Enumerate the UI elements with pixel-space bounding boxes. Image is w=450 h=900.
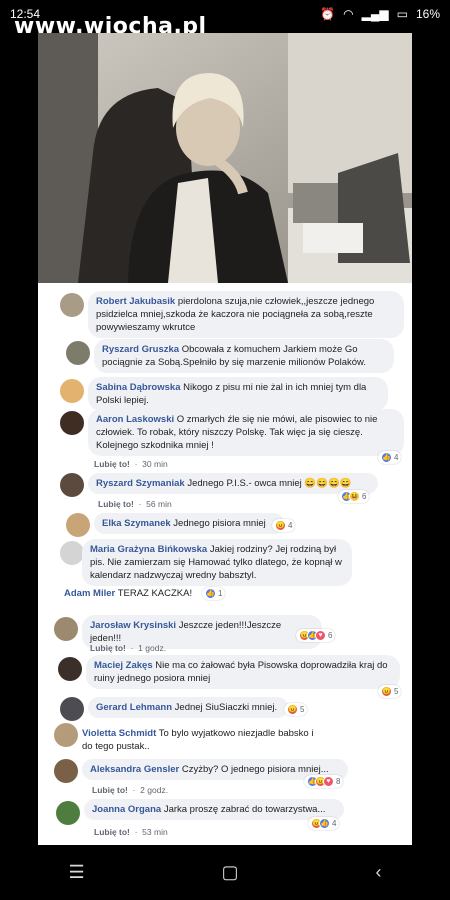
like-link[interactable]: Lubię to! xyxy=(90,643,126,653)
avatar[interactable] xyxy=(60,697,84,721)
avatar[interactable] xyxy=(54,759,78,783)
reaction-count: 6 xyxy=(362,492,367,501)
alarm-icon: ⏰ xyxy=(320,7,336,21)
comment-time: 2 godz. xyxy=(140,785,169,795)
comment-bubble: Robert Jakubasik pierdolona szuja,nie cz… xyxy=(88,291,404,338)
comment-text: Jarka proszę zabrać do towarzystwa... xyxy=(163,804,326,815)
home-icon[interactable]: ▢ xyxy=(222,862,239,883)
comment-meta: Lubię to! · 30 min xyxy=(94,459,168,469)
avatar[interactable] xyxy=(60,379,84,403)
reaction-summary[interactable]: 😠 4 xyxy=(272,519,296,532)
menu-icon[interactable]: ☰ xyxy=(68,862,84,883)
comment-time: 56 min xyxy=(146,499,172,509)
comment-text: Czyżby? O jednego pisiora mniej... xyxy=(181,764,329,775)
wifi-icon: ◠ xyxy=(343,7,354,21)
like-link[interactable]: Lubię to! xyxy=(98,499,134,509)
comment-author[interactable]: Joanna Organa xyxy=(92,804,161,815)
comment-author[interactable]: Maria Grażyna Bińkowska xyxy=(90,544,207,555)
comment-text: Jednej SiuSiaczki mniej. xyxy=(174,702,278,713)
comment-author[interactable]: Maciej Zakęs xyxy=(94,660,153,671)
comment-author[interactable]: Jarosław Krysinski xyxy=(90,620,176,631)
back-icon[interactable]: ‹ xyxy=(376,862,382,883)
comment-bubble: Gerard Lehmann Jednej SiuSiaczki mniej. xyxy=(88,697,288,718)
avatar[interactable] xyxy=(54,617,78,641)
reaction-summary[interactable]: 👍 😆 6 xyxy=(338,490,370,503)
emoji-laugh-icon: 😄😄😄😄 xyxy=(304,478,352,489)
comment-author[interactable]: Elka Szymanek xyxy=(102,518,171,529)
comment-text: Jednego P.I.S.- owca mniej xyxy=(187,478,302,489)
comments-panel: Robert Jakubasik pierdolona szuja,nie cz… xyxy=(38,283,412,845)
battery-icon: ▭ xyxy=(396,7,408,21)
comment-author[interactable]: Aaron Laskowski xyxy=(96,414,174,425)
comment-text: TERAZ KACZKA! xyxy=(117,588,193,599)
comment-bubble: Ryszard Gruszka Obcowała z komuchem Jark… xyxy=(94,339,394,373)
reaction-count: 4 xyxy=(394,453,399,462)
comment-author[interactable]: Gerard Lehmann xyxy=(96,702,172,713)
battery-level: 16% xyxy=(415,7,440,21)
reaction-count: 1 xyxy=(218,589,223,598)
reaction-count: 5 xyxy=(394,687,399,696)
comment-bubble: Aaron Laskowski O zmarłych źle się nie m… xyxy=(88,409,404,456)
love-reaction-icon: ♥ xyxy=(323,776,334,787)
reaction-summary[interactable]: 👍 1 xyxy=(202,587,226,600)
avatar[interactable] xyxy=(60,473,84,497)
reaction-count: 4 xyxy=(332,819,337,828)
angry-reaction-icon: 😠 xyxy=(381,686,392,697)
like-reaction-icon: 👍 xyxy=(319,818,330,829)
comment-meta: Lubię to! · 53 min xyxy=(94,827,168,837)
profile-photo xyxy=(38,33,412,283)
like-link[interactable]: Lubię to! xyxy=(94,459,130,469)
like-reaction-icon: 👍 xyxy=(381,452,392,463)
comment-bubble: Joanna Organa Jarka proszę zabrać do tow… xyxy=(84,799,344,820)
comment-author[interactable]: Aleksandra Gensler xyxy=(90,764,179,775)
comment-author[interactable]: Adam Miler xyxy=(64,588,115,599)
reaction-summary[interactable]: 😠 👍 ♥ 6 xyxy=(296,629,336,642)
avatar[interactable] xyxy=(58,657,82,681)
reaction-count: 5 xyxy=(300,705,305,714)
android-navigation-bar: ☰ ▢ ‹ xyxy=(0,845,450,900)
reaction-count: 4 xyxy=(288,521,293,530)
like-reaction-icon: 👍 xyxy=(205,588,216,599)
comment-text: Jednego pisiora mniej xyxy=(173,518,266,529)
comment-author[interactable]: Ryszard Szymaniak xyxy=(96,478,185,489)
comment-bubble: Violetta Schmidt To bylo wyjatkowo niezj… xyxy=(74,723,324,757)
reaction-summary[interactable]: 👍 4 xyxy=(378,451,402,464)
angry-reaction-icon: 😠 xyxy=(287,704,298,715)
love-reaction-icon: ♥ xyxy=(315,630,326,641)
comment-bubble: Adam Miler TERAZ KACZKA! xyxy=(56,583,226,604)
reaction-count: 6 xyxy=(328,631,333,640)
status-icons: ⏰ ◠ ▂▄▆ ▭ 16% xyxy=(320,7,440,21)
comment-bubble: Maria Grażyna Bińkowska Jakiej rodziny? … xyxy=(82,539,352,586)
avatar[interactable] xyxy=(60,293,84,317)
angry-reaction-icon: 😠 xyxy=(275,520,286,531)
reaction-count: 8 xyxy=(336,777,341,786)
comment-time: 53 min xyxy=(142,827,168,837)
comment-meta: Lubię to! · 1 godz. xyxy=(90,643,167,653)
comment-bubble: Elka Szymanek Jednego pisiora mniej xyxy=(94,513,284,534)
comment-author[interactable]: Violetta Schmidt xyxy=(82,728,156,739)
comment-time: 1 godz. xyxy=(138,643,167,653)
reaction-summary[interactable]: 😠 5 xyxy=(378,685,402,698)
comment-author[interactable]: Ryszard Gruszka xyxy=(102,344,179,355)
comment-time: 30 min xyxy=(142,459,168,469)
comment-bubble: Sabina Dąbrowska Nikogo z pisu mi nie ża… xyxy=(88,377,388,411)
comment-author[interactable]: Robert Jakubasik xyxy=(96,296,175,307)
avatar[interactable] xyxy=(66,513,90,537)
comment-bubble: Maciej Zakęs Nie ma co żałować była Piso… xyxy=(86,655,400,689)
comment-author[interactable]: Sabina Dąbrowska xyxy=(96,382,180,393)
comment-meta: Lubię to! · 2 godz. xyxy=(92,785,169,795)
reaction-summary[interactable]: 😠 👍 4 xyxy=(308,817,340,830)
like-link[interactable]: Lubię to! xyxy=(94,827,130,837)
haha-reaction-icon: 😆 xyxy=(349,491,360,502)
comment-bubble: Ryszard Szymaniak Jednego P.I.S.- owca m… xyxy=(88,473,378,494)
comment-meta: Lubię to! · 56 min xyxy=(98,499,172,509)
avatar[interactable] xyxy=(60,541,84,565)
like-link[interactable]: Lubię to! xyxy=(92,785,128,795)
avatar[interactable] xyxy=(56,801,80,825)
reaction-summary[interactable]: 😠 5 xyxy=(284,703,308,716)
avatar[interactable] xyxy=(60,411,84,435)
avatar[interactable] xyxy=(66,341,90,365)
signal-icon: ▂▄▆ xyxy=(361,7,389,21)
reaction-summary[interactable]: 👍 😠 ♥ 8 xyxy=(304,775,344,788)
